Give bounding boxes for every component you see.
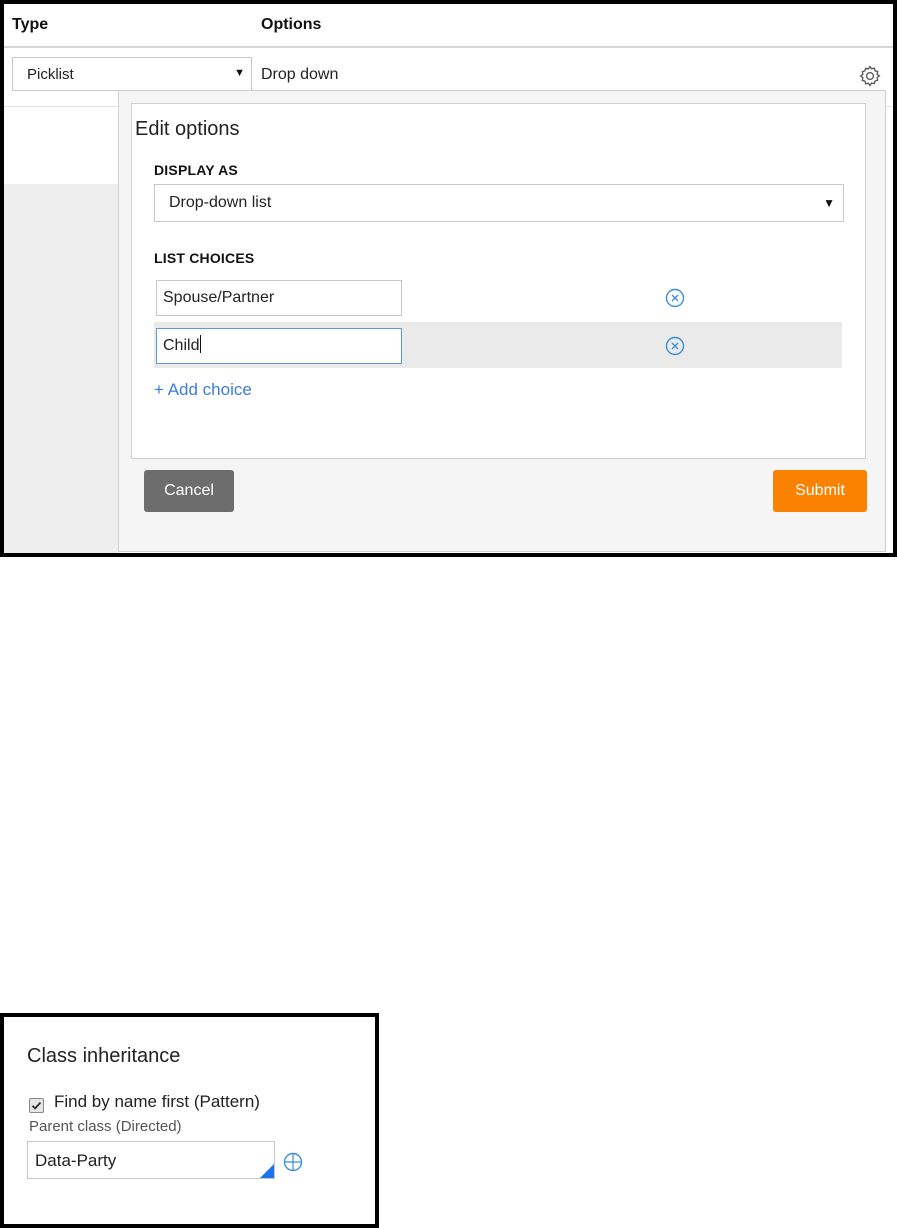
- parent-class-input[interactable]: Data-Party: [27, 1141, 275, 1179]
- class-inheritance-title: Class inheritance: [27, 1045, 181, 1067]
- list-item: Spouse/Partner: [154, 274, 842, 320]
- type-select-value: Picklist: [27, 66, 74, 83]
- edit-options-screenshot: Type Options Picklist ▼ Drop down Edit o…: [0, 0, 897, 557]
- column-header-type: Type: [12, 16, 49, 33]
- choice-input[interactable]: Child: [156, 328, 402, 364]
- list-item: Child: [154, 322, 842, 368]
- find-by-name-checkbox[interactable]: [29, 1098, 44, 1113]
- display-as-value: Drop-down list: [169, 194, 272, 211]
- edit-options-panel: Edit options DISPLAY AS Drop-down list ▼…: [131, 103, 866, 459]
- table-header: Type Options: [4, 4, 893, 48]
- choice-value: Child: [163, 337, 200, 354]
- target-icon[interactable]: [282, 1151, 304, 1173]
- class-inheritance-screenshot: Class inheritance Find by name first (Pa…: [0, 1013, 379, 1228]
- checkmark-icon: [31, 1101, 42, 1110]
- chevron-down-icon: ▼: [234, 67, 245, 79]
- parent-class-value: Data-Party: [35, 1151, 117, 1170]
- column-header-options: Options: [261, 16, 322, 33]
- parent-class-label: Parent class (Directed): [29, 1118, 182, 1135]
- chevron-down-icon: ▼: [823, 196, 835, 210]
- edit-options-title: Edit options: [135, 118, 240, 140]
- remove-circle-icon[interactable]: [664, 287, 686, 309]
- type-select[interactable]: Picklist ▼: [12, 57, 252, 91]
- find-by-name-label: Find by name first (Pattern): [54, 1092, 260, 1111]
- edit-options-popover: Edit options DISPLAY AS Drop-down list ▼…: [118, 90, 886, 552]
- list-choices-label: LIST CHOICES: [154, 250, 255, 266]
- options-value: Drop down: [261, 66, 339, 83]
- background-panel: [4, 184, 119, 553]
- display-as-select[interactable]: Drop-down list ▼: [154, 184, 844, 222]
- autocomplete-indicator-icon: [260, 1164, 274, 1178]
- add-choice-link[interactable]: + Add choice: [154, 380, 252, 400]
- submit-button[interactable]: Submit: [773, 470, 867, 512]
- choice-value: Spouse/Partner: [163, 289, 275, 306]
- choice-input[interactable]: Spouse/Partner: [156, 280, 402, 316]
- text-cursor: [200, 335, 202, 353]
- cancel-button[interactable]: Cancel: [144, 470, 234, 512]
- display-as-label: DISPLAY AS: [154, 162, 238, 178]
- remove-circle-icon[interactable]: [664, 335, 686, 357]
- gear-icon[interactable]: [858, 64, 882, 88]
